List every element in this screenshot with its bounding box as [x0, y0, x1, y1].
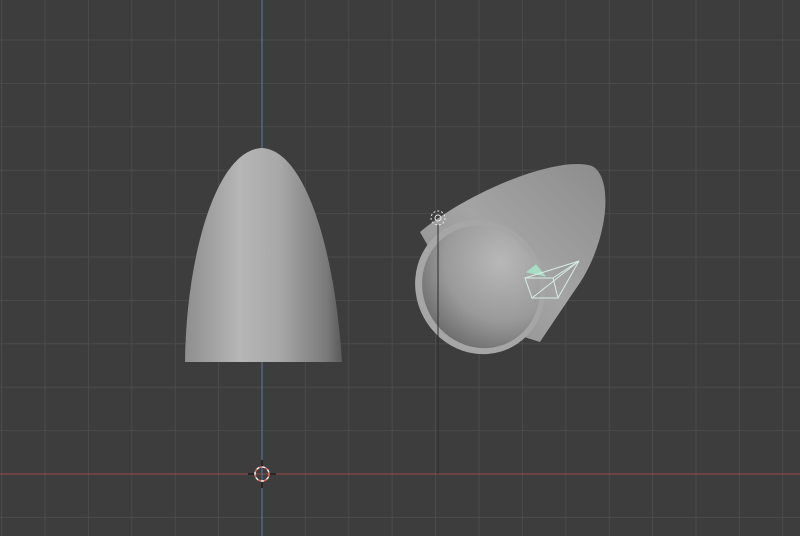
bullet-mesh[interactable] [185, 148, 342, 362]
viewport-canvas[interactable] [0, 0, 800, 536]
3d-viewport[interactable] [0, 0, 800, 536]
viewport-grid [0, 0, 800, 536]
